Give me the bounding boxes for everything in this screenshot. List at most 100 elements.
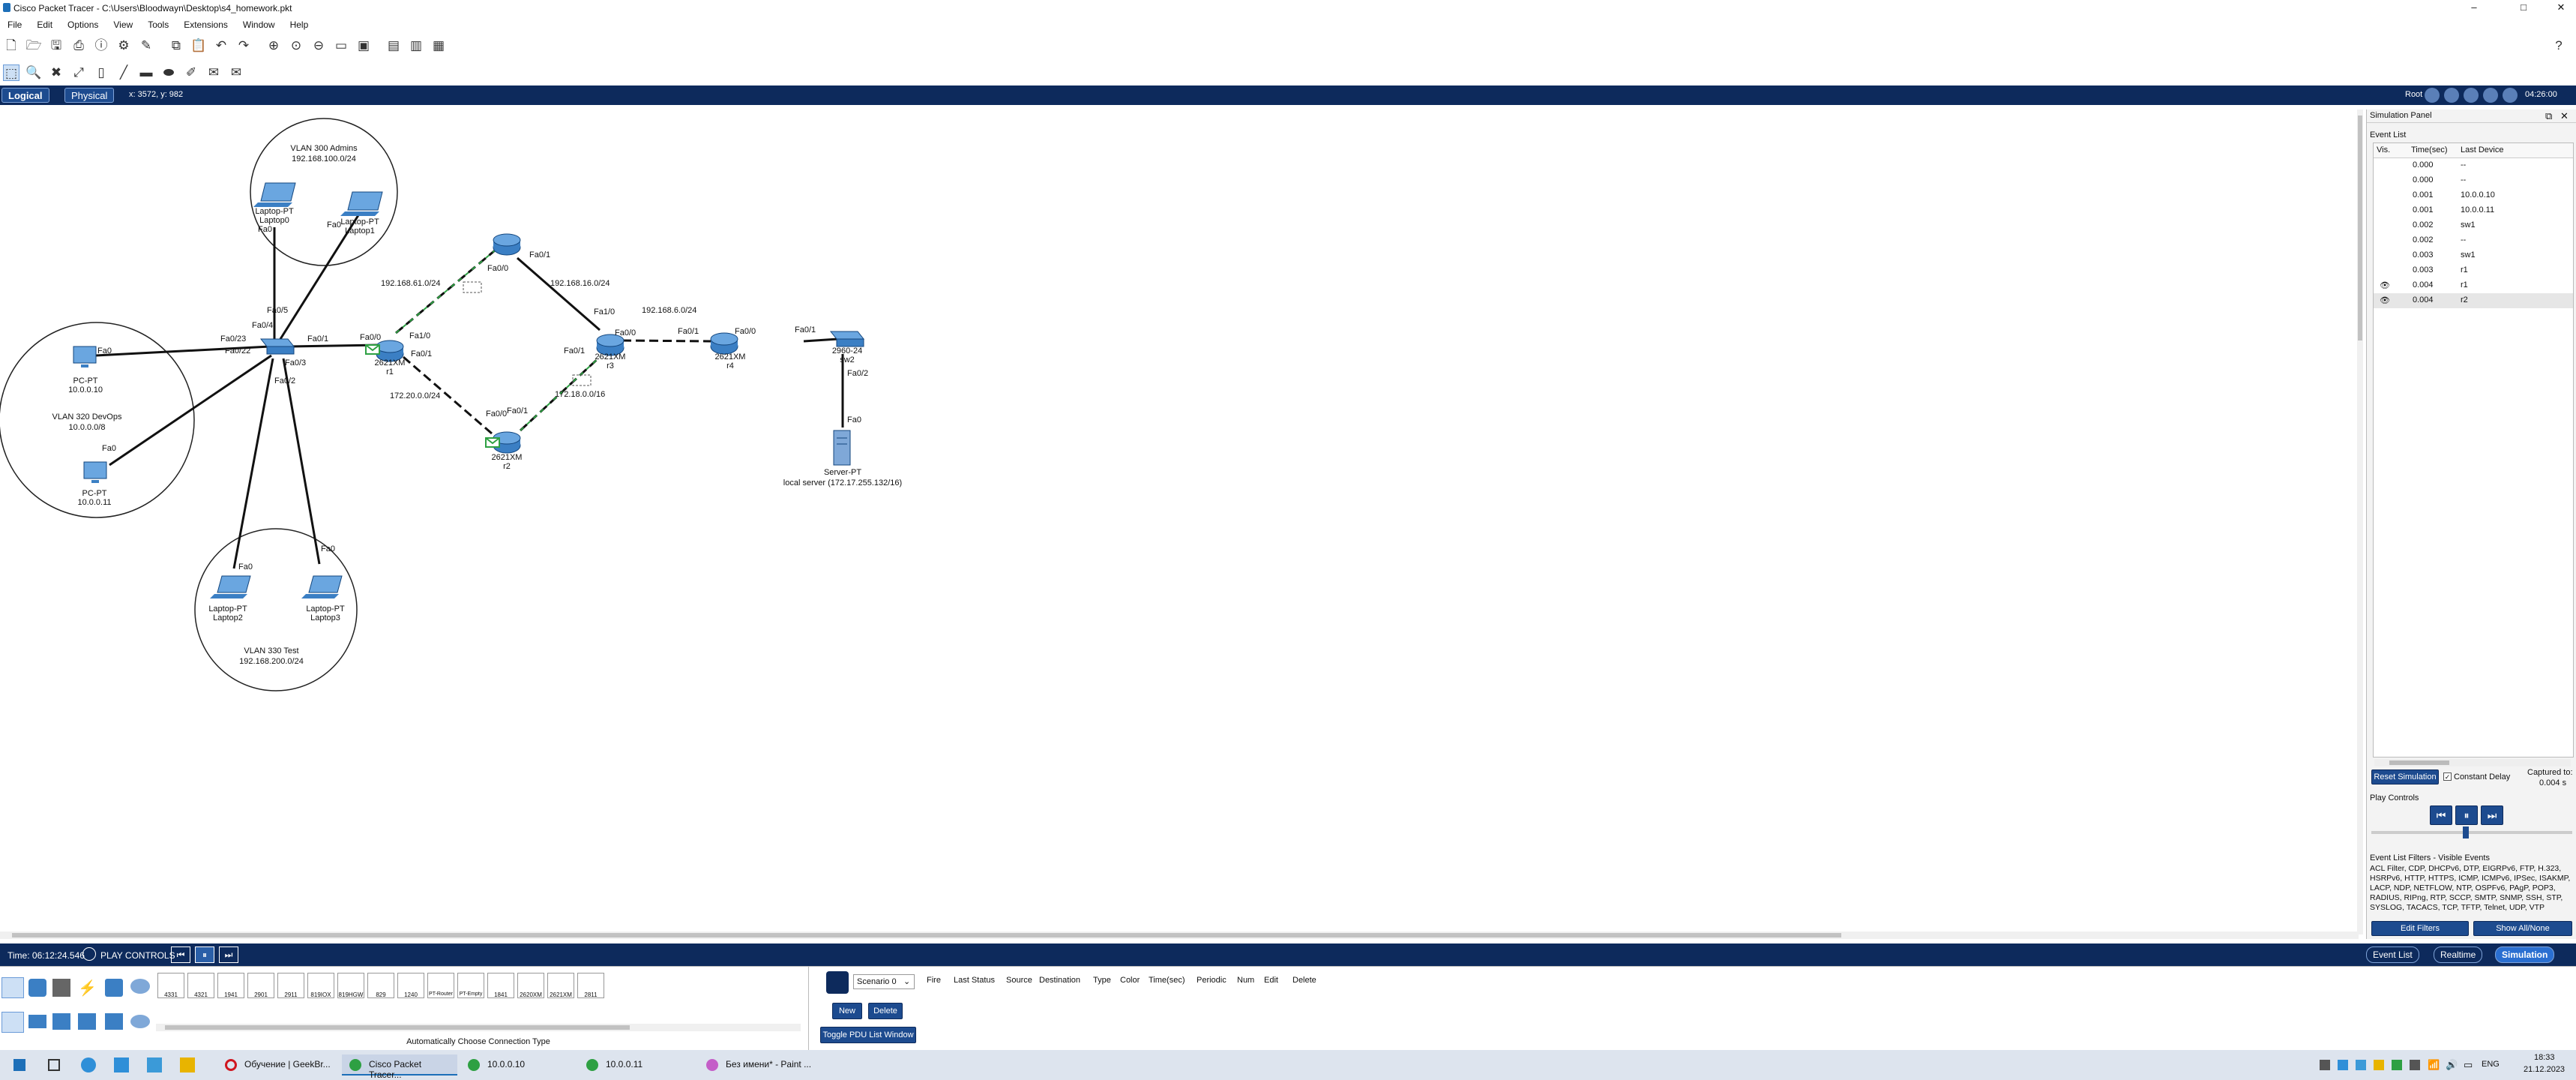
menu-help[interactable]: Help (283, 16, 316, 33)
model-4321[interactable]: 4321 (187, 973, 214, 998)
language-indicator[interactable]: ENG (2482, 1060, 2500, 1069)
task-view-icon[interactable] (48, 1059, 60, 1071)
taskbar-packet-tracer[interactable]: Cisco Packet Tracer... (342, 1054, 457, 1080)
router-rtop[interactable] (493, 233, 521, 256)
multiuser-icon[interactable] (130, 979, 150, 994)
model-2621xm[interactable]: 2621XM (547, 973, 574, 998)
event-row[interactable]: 0.000 -- (2374, 173, 2573, 188)
realtime-mode-button[interactable]: Realtime (2434, 946, 2483, 963)
help-icon[interactable]: ? (2551, 38, 2567, 54)
forward-button[interactable]: ⏭ (219, 946, 238, 963)
line-icon[interactable]: ╱ (115, 64, 132, 81)
zoom-reset-icon[interactable]: ⊙ (288, 38, 304, 54)
set-tiled-icon[interactable] (2503, 88, 2518, 103)
open-file-icon[interactable]: 🗁 (25, 38, 42, 54)
pdu-icon[interactable]: ▦ (430, 38, 447, 54)
close-panel-icon[interactable]: ✕ (2560, 110, 2569, 122)
model-strip-scrollbar[interactable] (156, 1024, 801, 1031)
model-1240[interactable]: 1240 (397, 973, 424, 998)
save-icon[interactable]: 🖫 (48, 38, 64, 54)
network-info-icon[interactable]: ⚙ (115, 38, 132, 54)
viewport-icon[interactable] (2464, 88, 2479, 103)
tray-icon[interactable] (2338, 1060, 2348, 1070)
model-819iox[interactable]: 819IOX (307, 973, 334, 998)
menu-extensions[interactable]: Extensions (176, 16, 235, 33)
minimize-button[interactable]: – (2459, 2, 2489, 13)
model-4331[interactable]: 4331 (157, 973, 184, 998)
menu-tools[interactable]: Tools (140, 16, 176, 33)
misc-icon[interactable] (105, 979, 123, 997)
custom-device-icon[interactable]: ▣ (355, 38, 372, 54)
step-back-button[interactable]: ⏮ (2430, 806, 2452, 825)
ipc-icon[interactable]: ▥ (408, 38, 424, 54)
logical-workspace[interactable]: VLAN 300 Admins 192.168.100.0/24 VLAN 32… (0, 105, 2359, 938)
store-icon[interactable] (114, 1058, 129, 1072)
model-pt-router[interactable]: PT-Router (427, 973, 454, 998)
security-icon[interactable] (105, 1013, 123, 1030)
workspace-hscrollbar[interactable] (0, 932, 2359, 939)
model-2620xm[interactable]: 2620XM (517, 973, 544, 998)
network-devices-icon[interactable] (1, 977, 24, 998)
laptop-laptop2[interactable] (210, 575, 251, 598)
edit-filters-button[interactable]: Edit Filters (2371, 921, 2469, 936)
freeform-icon[interactable]: ✐ (183, 64, 199, 81)
constant-delay-checkbox[interactable]: ✓ (2443, 772, 2452, 781)
event-row[interactable]: 👁 0.004 r1 (2374, 278, 2573, 293)
root-label[interactable]: Root (2405, 90, 2422, 99)
zoom-in-icon[interactable]: ⊕ (265, 38, 282, 54)
telegram-icon[interactable] (147, 1058, 162, 1072)
wifi-icon[interactable]: 📶 (2428, 1059, 2440, 1071)
components-icon[interactable] (52, 979, 70, 997)
menu-options[interactable]: Options (60, 16, 106, 33)
close-button[interactable]: ✕ (2546, 2, 2576, 14)
edge-icon[interactable] (81, 1058, 96, 1072)
event-row-selected[interactable]: 👁 0.004 r2 (2374, 293, 2573, 308)
server-local[interactable] (833, 430, 851, 466)
tab-logical[interactable]: Logical (1, 88, 49, 103)
taskbar-pc1[interactable]: 10.0.0.11 (579, 1054, 694, 1076)
undo-icon[interactable]: ↶ (213, 38, 229, 54)
model-pt-empty[interactable]: PT-Empty (457, 973, 484, 998)
menu-window[interactable]: Window (235, 16, 283, 33)
switches-icon[interactable] (28, 1015, 46, 1028)
pdu-envelope-icon[interactable] (485, 437, 500, 448)
pause-button[interactable]: ⏸ (2455, 806, 2478, 825)
delete-scenario-button[interactable]: Delete (868, 1003, 903, 1019)
taskbar-pc0[interactable]: 10.0.0.10 (460, 1054, 576, 1076)
tray-icon[interactable] (2410, 1060, 2420, 1070)
tab-physical[interactable]: Physical (64, 88, 115, 103)
print-icon[interactable]: ⎙ (70, 38, 87, 54)
model-819hgw[interactable]: 819HGW (337, 973, 364, 998)
speed-slider-handle[interactable] (2463, 826, 2469, 838)
inspect-icon[interactable]: 🔍 (25, 64, 42, 81)
info-icon[interactable]: ⓘ (93, 38, 109, 54)
back-icon[interactable] (2425, 88, 2440, 103)
pause-button[interactable]: ⏸ (195, 946, 214, 963)
speed-slider[interactable] (2371, 831, 2572, 834)
tray-icon[interactable] (2320, 1060, 2330, 1070)
taskbar-date[interactable]: 21.12.2023 (2524, 1065, 2565, 1074)
event-row[interactable]: 0.002 sw1 (2374, 218, 2573, 233)
menu-edit[interactable]: Edit (29, 16, 60, 33)
event-row[interactable]: 0.001 10.0.0.10 (2374, 188, 2573, 203)
laptop-laptop1[interactable] (340, 191, 383, 216)
menu-file[interactable]: File (0, 16, 29, 33)
volume-icon[interactable]: 🔊 (2446, 1059, 2458, 1071)
hubs-icon[interactable] (52, 1013, 70, 1030)
undock-icon[interactable]: ⧉ (2545, 110, 2552, 122)
event-row[interactable]: 0.003 r1 (2374, 263, 2573, 278)
simple-pdu-icon[interactable]: ✉ (205, 64, 222, 81)
event-row[interactable]: 0.001 10.0.0.11 (2374, 203, 2573, 218)
model-829[interactable]: 829 (367, 973, 394, 998)
model-1841[interactable]: 1841 (487, 973, 514, 998)
complex-pdu-icon[interactable]: ✉ (228, 64, 244, 81)
copy-icon[interactable]: ⧉ (168, 38, 184, 54)
select-icon[interactable]: ⬚ (3, 64, 19, 81)
show-all-none-button[interactable]: Show All/None (2473, 921, 2572, 936)
event-list-hscrollbar[interactable] (2374, 759, 2571, 766)
event-row[interactable]: 0.002 -- (2374, 233, 2573, 248)
router-r4[interactable] (710, 332, 738, 355)
redo-icon[interactable]: ↷ (235, 38, 252, 54)
laptop-laptop3[interactable] (301, 575, 343, 598)
drawing-palette-icon[interactable]: ▭ (333, 38, 349, 54)
